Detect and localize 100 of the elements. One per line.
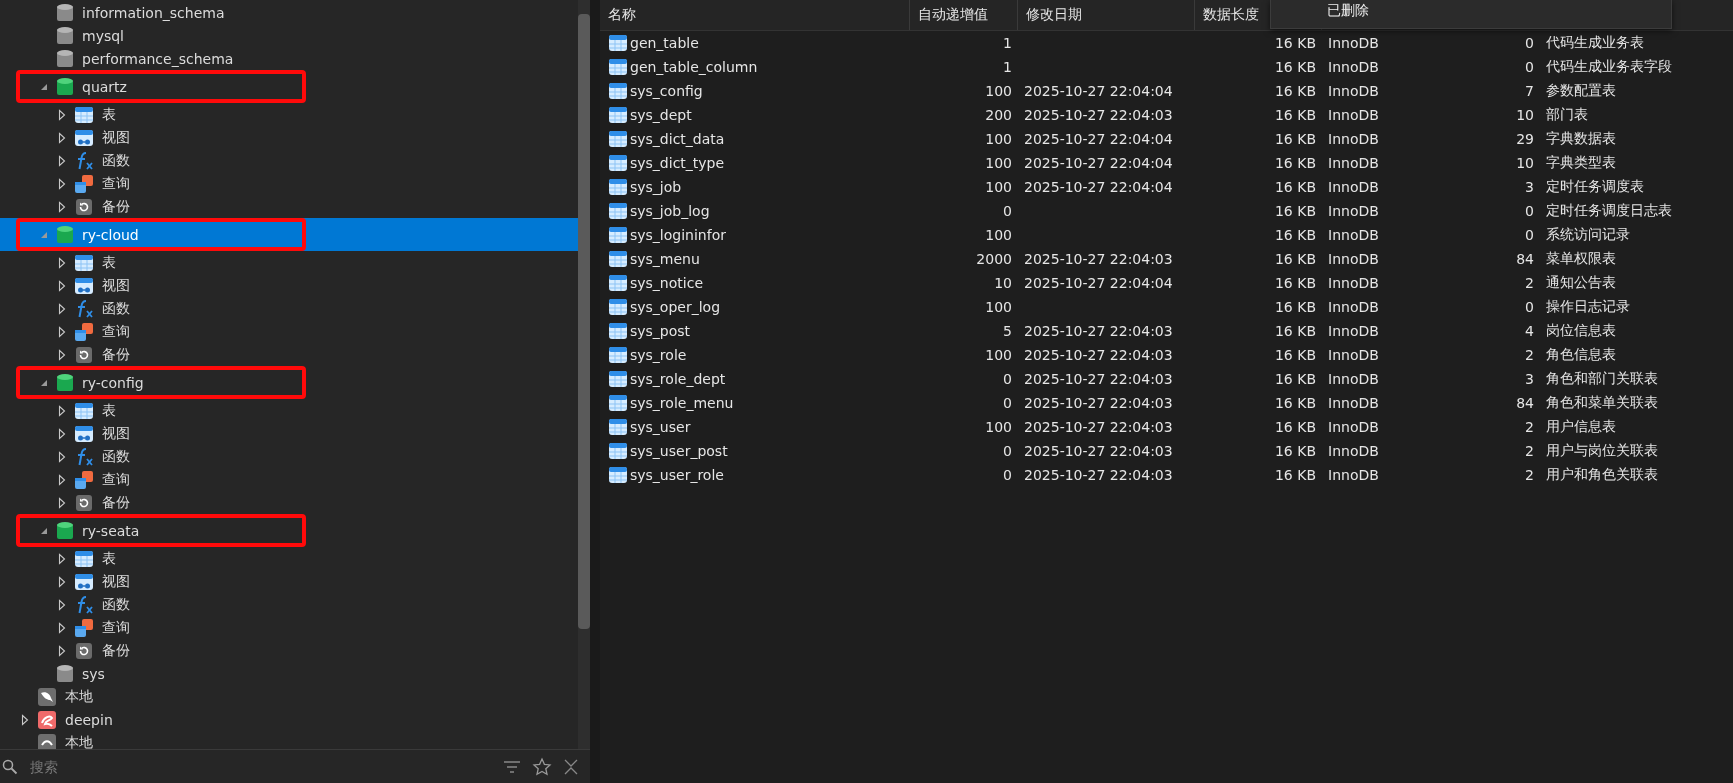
column-header[interactable]: 自动递增值 <box>910 0 1018 30</box>
tree-item[interactable]: 表 <box>0 251 578 274</box>
tree-item[interactable]: 本地 <box>0 685 578 708</box>
tree-item[interactable]: 视图 <box>0 570 578 593</box>
tree-item[interactable]: deepin <box>0 708 578 731</box>
expand-arrow-icon[interactable] <box>56 404 68 417</box>
tree-item[interactable]: 函数 <box>0 149 578 172</box>
query-icon <box>74 321 94 342</box>
table-cell: 16 KB <box>1274 203 1316 219</box>
tree-item[interactable]: 视图 <box>0 274 578 297</box>
expand-arrow-icon[interactable] <box>56 154 68 167</box>
expand-arrow-icon[interactable] <box>56 108 68 121</box>
column-header[interactable]: 名称 <box>600 0 910 30</box>
expand-arrow-icon[interactable] <box>56 256 68 269</box>
column-header[interactable]: 修改日期 <box>1018 0 1195 30</box>
tree-item[interactable]: 表 <box>0 547 578 570</box>
table-cell: 2025-10-27 22:04:04 <box>1024 155 1173 171</box>
tree-item[interactable]: 函数 <box>0 297 578 320</box>
table-icon <box>608 441 628 461</box>
table-cell: 通知公告表 <box>1546 274 1616 292</box>
tree-item[interactable]: 备份 <box>0 343 578 366</box>
expand-arrow-icon[interactable] <box>56 450 68 463</box>
table-cell: 100 <box>985 419 1012 435</box>
tree-item[interactable]: information_schema <box>0 1 578 24</box>
backup-icon <box>74 196 94 217</box>
tree-item[interactable]: ry-seata <box>0 514 578 547</box>
backup-icon <box>74 640 94 661</box>
table-cell: 16 KB <box>1274 275 1316 291</box>
table-cell: InnoDB <box>1328 347 1379 363</box>
table-cell: 16 KB <box>1274 323 1316 339</box>
table-cell: InnoDB <box>1328 203 1379 219</box>
tree-item[interactable]: 备份 <box>0 491 578 514</box>
table-cell: 0 <box>1525 227 1534 243</box>
table-cell: sys_logininfor <box>630 227 726 243</box>
table-icon <box>608 297 628 317</box>
scrollbar-thumb[interactable] <box>578 14 590 629</box>
table-cell: sys_dept <box>630 107 692 123</box>
tree-item[interactable]: 查询 <box>0 320 578 343</box>
expand-arrow-icon[interactable] <box>56 621 68 634</box>
backup-icon <box>74 492 94 513</box>
table-cell: InnoDB <box>1328 275 1379 291</box>
search-field[interactable]: 搜索 <box>28 757 492 776</box>
table-icon <box>608 57 628 77</box>
expand-arrow-icon[interactable] <box>56 644 68 657</box>
database-label: ry-config <box>82 374 144 391</box>
table-cell: 16 KB <box>1274 155 1316 171</box>
connection-icon <box>37 732 57 749</box>
table-cell: 0 <box>1003 443 1012 459</box>
expand-arrow-icon[interactable] <box>56 131 68 144</box>
filter-icon[interactable] <box>502 758 522 775</box>
tree-item[interactable]: quartz <box>0 70 578 103</box>
table-cell: sys_notice <box>630 275 703 291</box>
tree-item[interactable]: 表 <box>0 399 578 422</box>
tree-item[interactable]: 函数 <box>0 593 578 616</box>
expand-arrow-icon[interactable] <box>56 348 68 361</box>
tree-item[interactable]: ry-config <box>0 366 578 399</box>
table-cell: 16 KB <box>1274 35 1316 51</box>
backup-icon <box>74 344 94 365</box>
expand-arrow-icon[interactable] <box>19 713 31 726</box>
table-cell: 系统访问记录 <box>1546 226 1630 244</box>
table-cell: 4 <box>1525 323 1534 339</box>
table-cell: sys_config <box>630 83 703 99</box>
expand-arrow-icon[interactable] <box>56 279 68 292</box>
table-cell: 部门表 <box>1546 106 1588 124</box>
tree-item[interactable]: 视图 <box>0 422 578 445</box>
table-cell: 100 <box>985 179 1012 195</box>
tree-item[interactable]: performance_schema <box>0 47 578 70</box>
database-label: performance_schema <box>82 50 234 67</box>
tree-item[interactable]: mysql <box>0 24 578 47</box>
table-icon <box>608 153 628 173</box>
table-icon <box>608 81 628 101</box>
tree-item[interactable]: sys <box>0 662 578 685</box>
tree-item[interactable]: 表 <box>0 103 578 126</box>
expand-arrow-icon[interactable] <box>56 325 68 338</box>
table-cell: 16 KB <box>1274 83 1316 99</box>
tree-item[interactable]: 视图 <box>0 126 578 149</box>
tree-item[interactable]: 查询 <box>0 468 578 491</box>
expand-arrow-icon[interactable] <box>56 302 68 315</box>
tree-item[interactable]: ry-cloud <box>0 218 578 251</box>
tree-item[interactable]: 备份 <box>0 639 578 662</box>
star-icon[interactable] <box>532 756 552 777</box>
tree-item[interactable]: 函数 <box>0 445 578 468</box>
tree-item[interactable]: 备份 <box>0 195 578 218</box>
table-cell: sys_role_dept <box>630 371 726 387</box>
expand-arrow-icon[interactable] <box>56 496 68 509</box>
table-cell: 角色和菜单关联表 <box>1546 394 1658 412</box>
table-cell: 2025-10-27 22:04:03 <box>1024 107 1173 123</box>
table-cell: 100 <box>985 347 1012 363</box>
expand-arrow-icon[interactable] <box>56 598 68 611</box>
expand-arrow-icon[interactable] <box>56 552 68 565</box>
tree-item[interactable]: 查询 <box>0 172 578 195</box>
expand-arrow-icon[interactable] <box>56 427 68 440</box>
tree-item[interactable]: 查询 <box>0 616 578 639</box>
expand-arrow-icon[interactable] <box>56 177 68 190</box>
table-cell: 16 KB <box>1274 395 1316 411</box>
expand-arrow-icon[interactable] <box>56 200 68 213</box>
expand-arrow-icon[interactable] <box>56 473 68 486</box>
table-cell: sys_user <box>630 419 691 435</box>
table-icon <box>608 201 628 221</box>
expand-arrow-icon[interactable] <box>56 575 68 588</box>
